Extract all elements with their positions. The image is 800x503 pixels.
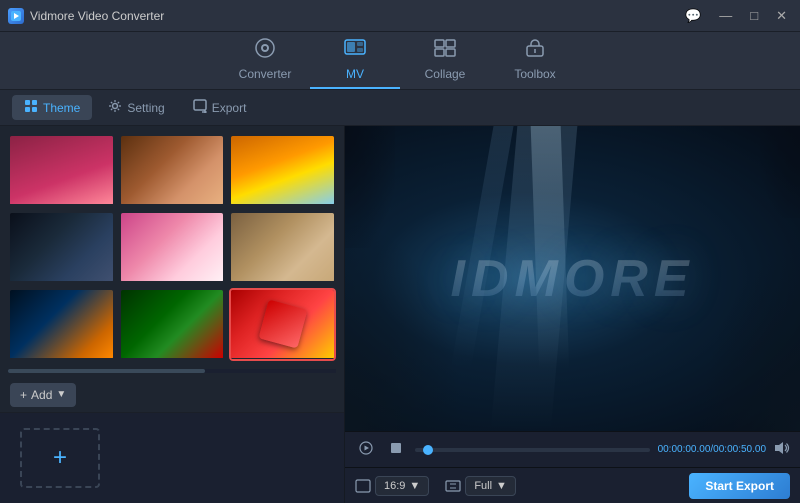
theme-thumb-holiday: [231, 290, 334, 358]
theme-label-old-times: Old Times: [231, 281, 334, 284]
tab-export[interactable]: Export: [181, 95, 259, 120]
message-button[interactable]: 💬: [680, 6, 706, 26]
start-export-label: Start Export: [705, 479, 774, 493]
theme-item-business[interactable]: Business: [8, 211, 115, 284]
title-bar: Vidmore Video Converter 💬 — □ ✕: [0, 0, 800, 32]
setting-tab-label: Setting: [127, 101, 164, 115]
mv-icon: [344, 38, 366, 63]
volume-button[interactable]: [774, 441, 790, 458]
theme-item-old-times[interactable]: Old Times: [229, 211, 336, 284]
export-tab-label: Export: [212, 101, 247, 115]
total-time: 00:00:50.00: [713, 444, 766, 455]
top-navigation: Converter MV Collage: [0, 32, 800, 90]
setting-tab-icon: [108, 99, 122, 116]
current-time: 00:00:00.00: [658, 444, 711, 455]
minimize-button[interactable]: —: [714, 6, 737, 26]
left-panel: Romantic Fashion Travel Business: [0, 126, 345, 503]
app-icon: [8, 8, 24, 24]
theme-item-fashion[interactable]: Fashion: [119, 134, 226, 207]
mv-label: MV: [346, 67, 364, 81]
theme-label-sport: Sport: [10, 358, 113, 361]
theme-item-travel[interactable]: Travel: [229, 134, 336, 207]
aspect-ratio-select[interactable]: 16:9 ▼: [375, 476, 429, 496]
progress-track[interactable]: [415, 448, 650, 452]
time-display: 00:00:00.00/00:00:50.00: [658, 444, 766, 455]
progress-indicator: [423, 445, 433, 455]
plus-icon: +: [53, 444, 67, 472]
theme-grid: Romantic Fashion Travel Business: [0, 126, 344, 369]
play-button[interactable]: [355, 439, 377, 460]
sub-tabs: Theme Setting Export: [0, 90, 800, 126]
theme-item-holiday[interactable]: Holiday: [229, 288, 336, 361]
quality-value: Full: [474, 480, 492, 492]
theme-item-wedding[interactable]: Wedding: [119, 211, 226, 284]
tab-setting[interactable]: Setting: [96, 95, 176, 120]
nav-item-converter[interactable]: Converter: [220, 32, 310, 89]
add-label: Add: [31, 388, 52, 402]
theme-thumb-fashion: [121, 136, 224, 204]
watermark-text: IDMORE: [451, 250, 695, 308]
theme-item-christmas[interactable]: Christmas: [119, 288, 226, 361]
theme-label-romantic: Romantic: [10, 204, 113, 207]
export-tab-icon: [193, 99, 207, 116]
theme-item-sport[interactable]: Sport: [8, 288, 115, 361]
tab-theme[interactable]: Theme: [12, 95, 92, 120]
theme-label-wedding: Wedding: [121, 281, 224, 284]
aspect-ratio-icon: [355, 479, 371, 493]
theme-thumb-business: [10, 213, 113, 281]
quality-select[interactable]: Full ▼: [465, 476, 516, 496]
theme-label-fashion: Fashion: [121, 204, 224, 207]
add-button[interactable]: + Add ▼: [10, 383, 76, 407]
preview-area: IDMORE: [345, 126, 800, 431]
theme-thumb-christmas: [121, 290, 224, 358]
maximize-button[interactable]: □: [745, 6, 763, 26]
add-bar: + Add ▼: [0, 377, 344, 413]
theme-item-romantic[interactable]: Romantic: [8, 134, 115, 207]
preview-watermark: IDMORE: [451, 249, 695, 309]
toolbox-label: Toolbox: [514, 67, 555, 81]
quality-icon: [445, 479, 461, 493]
quality-dropdown-icon: ▼: [496, 480, 507, 492]
add-icon: +: [20, 388, 27, 402]
right-panel: IDMORE 00:00:00.00/00:00:50.00: [345, 126, 800, 503]
app-title: Vidmore Video Converter: [30, 9, 680, 23]
theme-tab-label: Theme: [43, 101, 80, 115]
ratio-dropdown-icon: ▼: [409, 480, 420, 492]
collage-label: Collage: [425, 67, 466, 81]
add-clip-placeholder[interactable]: +: [20, 428, 100, 488]
theme-thumb-sport: [10, 290, 113, 358]
start-export-button[interactable]: Start Export: [689, 473, 790, 499]
theme-thumb-travel: [231, 136, 334, 204]
theme-thumb-old-times: [231, 213, 334, 281]
toolbox-icon: [524, 38, 546, 63]
window-controls: 💬 — □ ✕: [680, 6, 792, 26]
collage-icon: [434, 38, 456, 63]
add-dropdown-icon: ▼: [56, 389, 66, 400]
main-content: Romantic Fashion Travel Business: [0, 126, 800, 503]
stop-button[interactable]: [385, 439, 407, 460]
theme-thumb-wedding: [121, 213, 224, 281]
theme-label-christmas: Christmas: [121, 358, 224, 361]
nav-item-toolbox[interactable]: Toolbox: [490, 32, 580, 89]
theme-tab-icon: [24, 99, 38, 116]
converter-icon: [254, 38, 276, 63]
theme-label-business: Business: [10, 281, 113, 284]
ratio-value: 16:9: [384, 480, 405, 492]
theme-label-holiday: Holiday: [231, 358, 334, 361]
theme-label-travel: Travel: [231, 204, 334, 207]
nav-item-mv[interactable]: MV: [310, 32, 400, 89]
playback-controls: 00:00:00.00/00:00:50.00: [345, 431, 800, 467]
clip-area: +: [0, 413, 344, 503]
converter-label: Converter: [239, 67, 292, 81]
nav-item-collage[interactable]: Collage: [400, 32, 490, 89]
theme-thumb-romantic: [10, 136, 113, 204]
close-button[interactable]: ✕: [771, 6, 792, 26]
export-bar: 16:9 ▼ Full ▼ Start Export: [345, 467, 800, 503]
